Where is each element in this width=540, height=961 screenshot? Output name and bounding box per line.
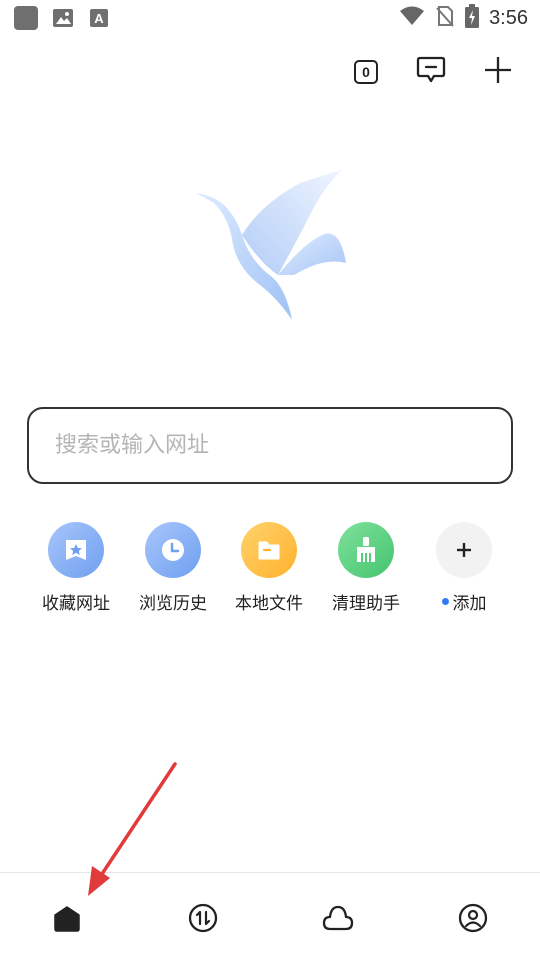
battery-charging-icon xyxy=(465,4,480,32)
shortcut-cleaner[interactable]: 清理助手 xyxy=(311,522,421,614)
cloud-icon xyxy=(322,905,354,931)
clock-history-icon xyxy=(145,522,201,578)
nav-transfer[interactable] xyxy=(186,901,220,935)
new-badge-dot xyxy=(441,598,449,605)
bottom-nav xyxy=(0,872,540,961)
search-input[interactable] xyxy=(53,432,477,459)
nav-profile[interactable] xyxy=(456,901,490,935)
bird-logo xyxy=(190,165,350,325)
wifi-icon xyxy=(399,6,425,30)
svg-text:A: A xyxy=(94,11,104,26)
gallery-icon xyxy=(52,7,74,29)
shortcut-label: 收藏网址 xyxy=(42,594,110,614)
status-time: 3:56 xyxy=(489,6,528,29)
bookmark-star-icon xyxy=(48,522,104,578)
status-bar: A 3:56 xyxy=(0,0,540,36)
shortcut-bookmarks[interactable]: 收藏网址 xyxy=(21,522,131,614)
profile-icon xyxy=(458,903,488,933)
message-icon[interactable] xyxy=(416,56,446,88)
folder-icon xyxy=(241,522,297,578)
no-sim-icon xyxy=(435,5,455,31)
tab-count-button[interactable]: 0 xyxy=(354,60,378,84)
plus-icon xyxy=(436,522,492,578)
top-actions: 0 xyxy=(354,56,512,88)
home-icon xyxy=(54,906,80,932)
search-bar[interactable] xyxy=(27,407,513,484)
shortcut-local-files[interactable]: 本地文件 xyxy=(214,522,324,614)
shortcut-label: 清理助手 xyxy=(332,594,400,614)
add-icon[interactable] xyxy=(484,56,512,88)
shortcut-add[interactable]: 添加 xyxy=(409,522,519,614)
shortcut-label: 添加 xyxy=(452,594,487,614)
shortcut-label: 浏览历史 xyxy=(139,594,207,614)
shortcut-history[interactable]: 浏览历史 xyxy=(118,522,228,614)
font-a-icon: A xyxy=(88,7,110,29)
app-square-icon xyxy=(14,6,38,30)
transfer-icon xyxy=(188,903,218,933)
nav-cloud[interactable] xyxy=(321,901,355,935)
shortcut-label: 本地文件 xyxy=(235,594,303,614)
nav-home[interactable] xyxy=(50,901,84,935)
broom-clean-icon xyxy=(338,522,394,578)
